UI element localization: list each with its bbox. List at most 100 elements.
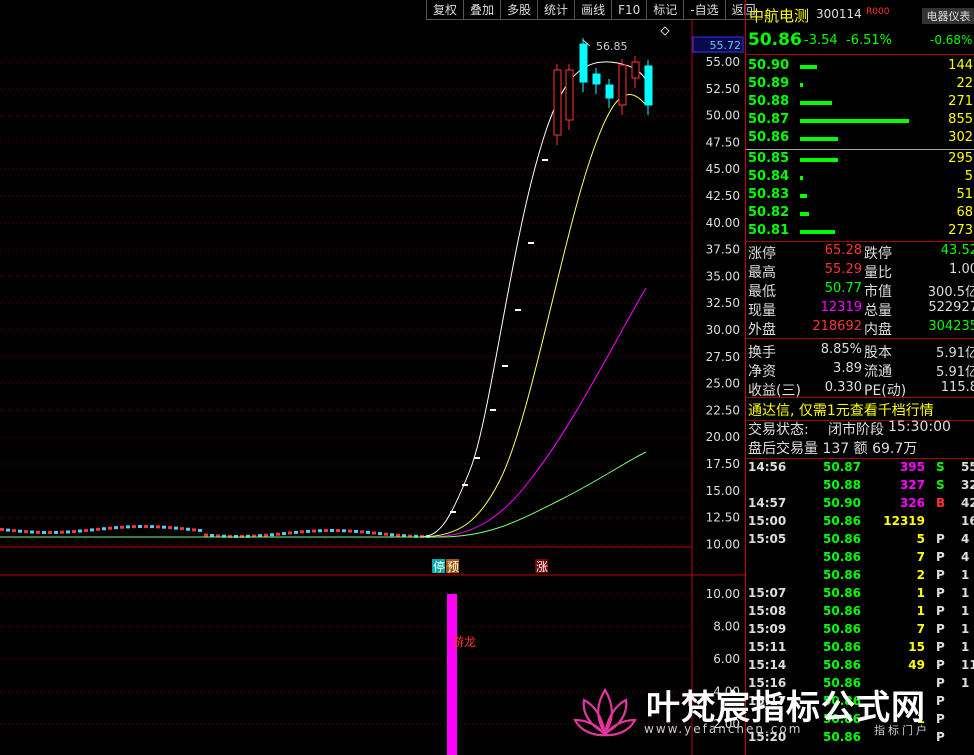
tick-row[interactable]: 50.86 7 P 4 xyxy=(746,550,974,568)
tick-row[interactable]: 15:11 50.86 15 P 1 xyxy=(746,640,974,658)
tick-row[interactable]: 14:56 50.87 395 S 55 xyxy=(746,460,974,478)
toolbar-button-3[interactable]: 统计 xyxy=(537,0,575,20)
tick-time: 15:05 xyxy=(748,532,787,546)
tick-row[interactable]: 15:07 50.86 1 P 1 xyxy=(746,586,974,604)
toolbar-button-6[interactable]: 标记 xyxy=(646,0,684,20)
marker-zhang: 涨 xyxy=(536,559,548,574)
toolbar-button-5[interactable]: F10 xyxy=(611,0,647,20)
candle xyxy=(186,527,190,531)
tick-extra: 11 xyxy=(961,658,974,672)
kline-chart[interactable]: 55.00 52.50 50.00 47.50 45.00 42.50 40.00 37.50… xyxy=(0,0,745,755)
tick-row[interactable]: 14:57 50.90 326 B 42 xyxy=(746,496,974,514)
kline-chart-area[interactable]: 55.00 52.50 50.00 47.50 45.00 42.50 40.00 37.50… xyxy=(0,0,745,755)
tick-row[interactable]: 50.86 2 P 1 xyxy=(746,568,974,586)
last-price: 50.86 xyxy=(748,30,802,50)
tick-row[interactable]: 15:05 50.86 5 P 4 xyxy=(746,532,974,550)
sell-order-row[interactable]: 50.86 302 xyxy=(746,130,974,148)
sell-volume: 22 xyxy=(956,76,973,91)
price-tick-label: 55.00 xyxy=(706,55,740,69)
sell-price: 50.86 xyxy=(748,130,790,145)
toolbar-button-1[interactable]: 叠加 xyxy=(463,0,501,20)
stats-row: 涨停 65.28 跌停 43.52 xyxy=(746,243,974,262)
candle xyxy=(42,530,46,534)
buy-volume: 5 xyxy=(964,169,973,184)
tick-row[interactable]: 50.88 327 S 32 xyxy=(746,478,974,496)
price-tick-label: 42.50 xyxy=(706,189,740,203)
buy-price: 50.84 xyxy=(748,169,790,184)
sell-order-row[interactable]: 50.87 855 xyxy=(746,112,974,130)
candle xyxy=(396,533,400,537)
tick-time: 14:56 xyxy=(748,460,787,474)
candle xyxy=(324,529,328,533)
buy-volume-bar xyxy=(800,212,810,216)
candle xyxy=(318,529,322,533)
promo-text[interactable]: 通达信, 仅需1元查看千档行情 xyxy=(748,400,934,420)
tick-price: 50.86 xyxy=(823,550,861,564)
toolbar-button-0[interactable]: 复权 xyxy=(426,0,464,20)
sell-volume: 144 xyxy=(948,58,973,73)
buy-price: 50.85 xyxy=(748,151,790,166)
price-tick-label: 22.50 xyxy=(706,403,740,417)
high-annotation: 56.85 xyxy=(596,40,628,53)
tick-side: P xyxy=(936,568,945,582)
candle-body xyxy=(579,43,588,83)
sell-volume: 271 xyxy=(948,94,973,109)
buy-order-row[interactable]: 50.85 295 xyxy=(746,151,974,169)
price-change: -3.54 xyxy=(804,33,838,48)
stock-name: 中航电测 xyxy=(749,7,810,25)
candle xyxy=(204,533,208,537)
tick-row[interactable]: 15:09 50.86 7 P 1 xyxy=(746,622,974,640)
tick-extra: 4 xyxy=(961,532,970,546)
price-tick-label: 52.50 xyxy=(706,82,740,96)
buy-order-row[interactable]: 50.81 273 xyxy=(746,223,974,241)
tick-side: S xyxy=(936,460,945,474)
toolbar-button-2[interactable]: 多股 xyxy=(500,0,538,20)
stats-row: 外盘 218692 内盘 304235 xyxy=(746,319,974,338)
tick-extra: 1 xyxy=(961,604,970,618)
price-tick-label: 15.00 xyxy=(706,484,740,498)
price-tick-label: 30.00 xyxy=(706,323,740,337)
sell-volume-bar xyxy=(800,119,910,123)
candle xyxy=(390,533,394,537)
watermark-url: www.yefanchen.com xyxy=(644,722,803,736)
stat-value: 8.85% xyxy=(820,342,862,357)
stat-label: 股本 xyxy=(864,345,892,361)
stat-label: 总量 xyxy=(864,303,892,319)
sell-price: 50.87 xyxy=(748,112,790,127)
tick-row[interactable]: 15:00 50.86 12319 1644 xyxy=(746,514,974,532)
toolbar-button-7[interactable]: -自选 xyxy=(683,0,725,20)
buy-order-row[interactable]: 50.84 5 xyxy=(746,169,974,187)
sell-price: 50.90 xyxy=(748,58,790,73)
tick-side: P xyxy=(936,658,945,672)
tick-volume: 15 xyxy=(908,640,925,654)
sell-volume-bar xyxy=(800,65,818,69)
tick-volume: 7 xyxy=(916,622,925,636)
price-tick-label: 17.50 xyxy=(706,457,740,471)
tick-volume: 326 xyxy=(899,496,925,510)
price-tick-label: 40.00 xyxy=(706,216,740,230)
sell-order-row[interactable]: 50.88 271 xyxy=(746,94,974,112)
buy-order-row[interactable]: 50.83 51 xyxy=(746,187,974,205)
stat-label: 外盘 xyxy=(748,322,776,338)
tick-volume: 5 xyxy=(916,532,925,546)
candle xyxy=(0,528,4,531)
candle xyxy=(18,529,22,533)
tick-side: P xyxy=(936,586,945,600)
tick-row[interactable]: 15:14 50.86 49 P 11 xyxy=(746,658,974,676)
candle xyxy=(6,528,10,532)
tick-row[interactable]: 15:08 50.86 1 P 1 xyxy=(746,604,974,622)
stat-value: 5.91亿 xyxy=(936,346,974,361)
sell-order-row[interactable]: 50.90 144 xyxy=(746,58,974,76)
toolbar-button-4[interactable]: 画线 xyxy=(574,0,612,20)
buy-volume: 68 xyxy=(956,205,973,220)
stat-value: 65.28 xyxy=(824,243,862,258)
buy-order-row[interactable]: 50.82 68 xyxy=(746,205,974,223)
industry-label[interactable]: 电器仪表 xyxy=(922,8,974,24)
buy-price: 50.83 xyxy=(748,187,790,202)
sell-order-row[interactable]: 50.89 22 xyxy=(746,76,974,94)
ma-line-white xyxy=(0,61,647,538)
tick-time: 14:57 xyxy=(748,496,787,510)
stats-row: 换手 8.85% 股本 5.91亿 xyxy=(746,342,974,361)
tick-time: 15:09 xyxy=(748,622,787,636)
tick-side: P xyxy=(936,532,945,546)
